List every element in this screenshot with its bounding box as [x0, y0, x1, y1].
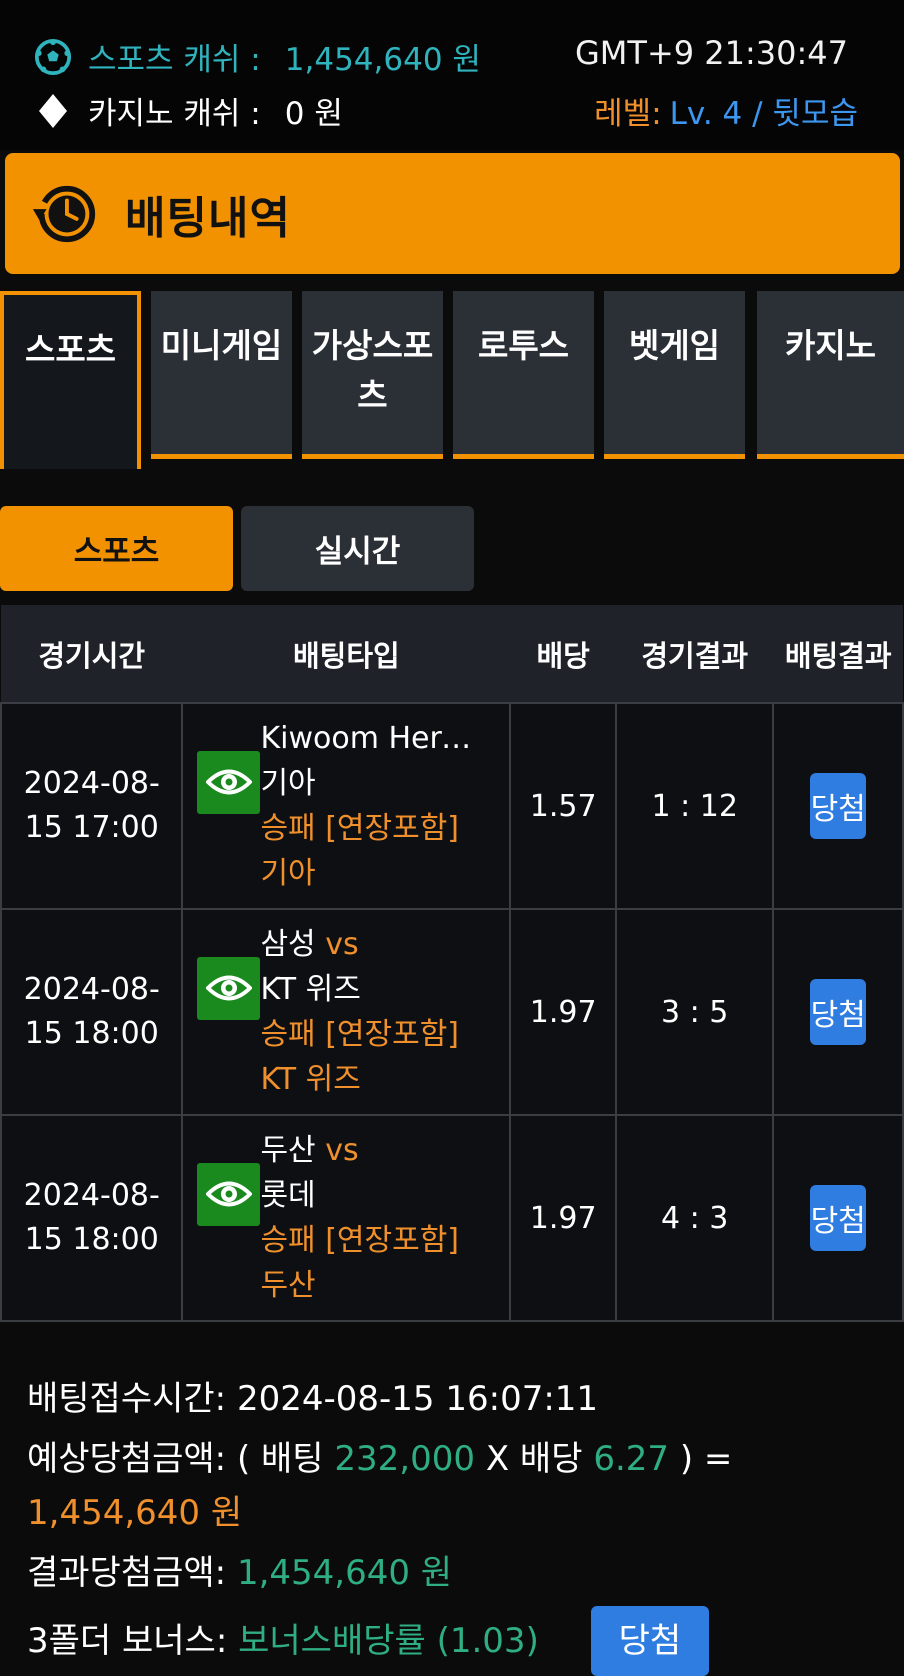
received-time-line: 배팅접수시간: 2024-08-15 16:07:11 — [27, 1379, 599, 1419]
server-clock: GMT+9 21:30:47 — [574, 34, 848, 72]
sports-cash-row: 스포츠 캐쉬 : 1,454,640 원 — [34, 34, 481, 79]
view-detail-button[interactable] — [197, 750, 261, 814]
header-bet-result: 배팅결과 — [773, 605, 903, 703]
result-cell: 당첨 — [772, 908, 904, 1116]
table-row: 2024-08- 15 17:00 Kiwoom Hero... 기아 승패 [연… — [0, 702, 904, 910]
tab-label: 벳게임 — [628, 326, 721, 365]
bet-type-cell: Kiwoom Hero... 기아 승패 [연장포함] 기아 — [181, 702, 512, 910]
bet-market: 승패 [연장포함] — [260, 811, 459, 846]
score-cell: 3 : 5 — [615, 908, 775, 1116]
game-time-cell: 2024-08- 15 18:00 — [0, 908, 184, 1116]
result-cell: 당첨 — [772, 702, 904, 910]
header-game-result: 경기결과 — [616, 605, 774, 703]
bet-pick: 기아 — [260, 856, 316, 891]
odds-cell: 1.97 — [509, 1114, 618, 1322]
category-tabs: 스포츠 미니게임 가상스포 츠 로투스 벳게임 카지노 — [0, 291, 904, 469]
actual-win-line: 결과당첨금액: 1,454,640 원 — [27, 1553, 453, 1593]
tab-virtual-sports[interactable]: 가상스포 츠 — [302, 291, 443, 459]
game-time-cell: 2024-08- 15 17:00 — [0, 702, 184, 910]
eye-icon — [205, 1181, 252, 1207]
table-row: 2024-08- 15 18:00 삼성 vs KT 위즈 승패 [연장포함] K… — [0, 908, 904, 1116]
tab-minigame[interactable]: 미니게임 — [151, 291, 292, 459]
actual-win-amount: 1,454,640 원 — [236, 1553, 453, 1593]
subtab-sports[interactable]: 스포츠 — [0, 506, 233, 591]
header-game-time: 경기시간 — [1, 605, 183, 703]
bet-market: 승패 [연장포함] — [260, 1223, 459, 1258]
tab-label: 미니게임 — [160, 326, 283, 365]
level-label: 레벨: — [594, 96, 662, 132]
tab-betgame[interactable]: 벳게임 — [604, 291, 745, 459]
team-away: 기아 — [260, 766, 316, 801]
bet-summary: 배팅접수시간: 2024-08-15 16:07:11 예상당첨금액: ( 배팅… — [27, 1372, 887, 1676]
casino-cash-row: 카지노 캐쉬 : 0 원 — [34, 88, 343, 133]
tab-sports[interactable]: 스포츠 — [0, 291, 141, 469]
team-away: KT 위즈 — [260, 972, 361, 1007]
bet-type-cell: 두산 vs 롯데 승패 [연장포함] 두산 — [181, 1114, 512, 1322]
total-odds-value: 6.27 — [593, 1439, 670, 1479]
team-home: 삼성 — [260, 927, 316, 962]
top-status-bar: 스포츠 캐쉬 : 1,454,640 원 카지노 캐쉬 : 0 원 GMT+9 … — [0, 0, 904, 150]
tab-label: 로투스 — [477, 326, 570, 365]
bet-market: 승패 [연장포함] — [260, 1017, 459, 1052]
diamond-icon — [34, 92, 72, 130]
view-detail-button[interactable] — [197, 1162, 261, 1226]
tab-label: 카지노 — [784, 326, 877, 365]
soccer-ball-icon — [34, 38, 72, 75]
table-row: 2024-08- 15 18:00 두산 vs 롯데 승패 [연장포함] 두산 1… — [0, 1114, 904, 1322]
win-badge: 당첨 — [810, 1185, 867, 1251]
expected-win-amount: 1,454,640 원 — [27, 1493, 243, 1533]
bonus-line: 3폴더 보너스: 보너스배당률 (1.03) 당첨 — [27, 1606, 887, 1676]
table-header-row: 경기시간 배팅타입 배당 경기결과 배팅결과 — [1, 605, 903, 703]
tab-casino[interactable]: 카지노 — [757, 291, 904, 459]
win-badge: 당첨 — [810, 979, 867, 1045]
level-value: Lv. 4 / 뒷모습 — [669, 96, 858, 132]
level-info: 레벨: Lv. 4 / 뒷모습 — [594, 88, 858, 133]
bet-pick: KT 위즈 — [260, 1062, 361, 1097]
vs-label: vs — [325, 927, 359, 962]
sports-cash-value: 1,454,640 원 — [284, 42, 481, 78]
sports-cash-label: 스포츠 캐쉬 : — [88, 42, 261, 78]
history-clock-icon — [32, 185, 96, 242]
tab-label: 스포츠 — [24, 330, 117, 369]
casino-cash-label: 카지노 캐쉬 : — [88, 96, 261, 132]
stake-value: 232,000 — [334, 1439, 476, 1479]
eye-icon — [205, 769, 252, 795]
casino-cash-value: 0 원 — [284, 96, 343, 132]
bonus-rate: 보너스배당률 (1.03) — [238, 1621, 539, 1661]
score-cell: 4 : 3 — [615, 1114, 775, 1322]
page-title-banner: 배팅내역 — [5, 153, 900, 274]
bet-type-cell: 삼성 vs KT 위즈 승패 [연장포함] KT 위즈 — [181, 908, 512, 1116]
win-badge: 당첨 — [810, 773, 867, 839]
tab-lotus[interactable]: 로투스 — [453, 291, 594, 459]
score-cell: 1 : 12 — [615, 702, 775, 910]
header-odds: 배당 — [510, 605, 617, 703]
team-home: Kiwoom Hero... — [260, 721, 481, 756]
header-bet-type: 배팅타입 — [182, 605, 511, 703]
eye-icon — [205, 975, 252, 1001]
bet-history-table: 경기시간 배팅타입 배당 경기결과 배팅결과 2024-08- 15 17:00 … — [0, 605, 904, 1322]
result-cell: 당첨 — [772, 1114, 904, 1322]
expected-win-line: 예상당첨금액: ( 배팅 232,000 X 배당 6.27 ) = — [27, 1439, 733, 1479]
bet-pick: 두산 — [260, 1268, 316, 1303]
odds-cell: 1.97 — [509, 908, 618, 1116]
vs-label: vs — [325, 1133, 359, 1168]
team-away: 롯데 — [260, 1178, 316, 1213]
tab-label: 가상스포 츠 — [311, 326, 434, 415]
subtab-live[interactable]: 실시간 — [241, 506, 474, 591]
page-title: 배팅내역 — [125, 192, 291, 244]
bonus-win-badge: 당첨 — [590, 1606, 709, 1676]
team-home: 두산 — [260, 1133, 316, 1168]
odds-cell: 1.57 — [509, 702, 618, 910]
view-detail-button[interactable] — [197, 956, 261, 1020]
received-time-value: 2024-08-15 16:07:11 — [236, 1379, 599, 1419]
game-time-cell: 2024-08- 15 18:00 — [0, 1114, 184, 1322]
